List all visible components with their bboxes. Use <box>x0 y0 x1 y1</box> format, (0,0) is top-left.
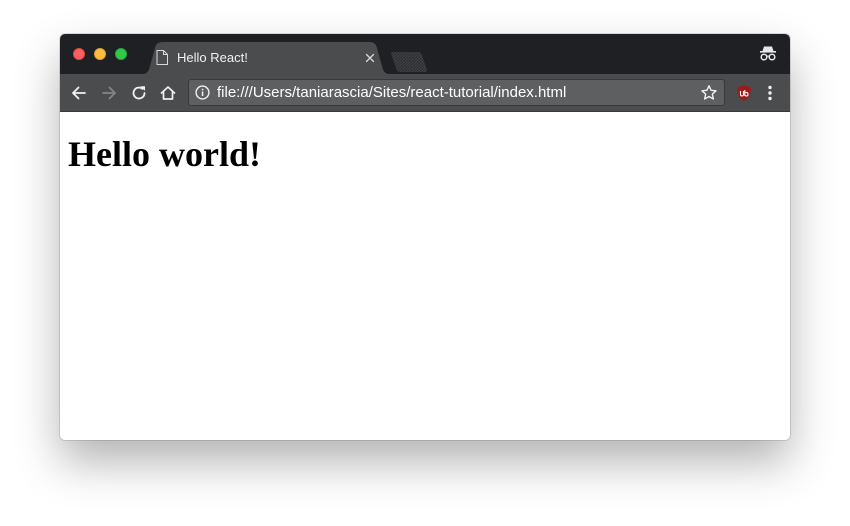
incognito-icon <box>760 46 776 61</box>
home-icon[interactable] <box>158 83 178 103</box>
browser-window: Hello React! file:///Users/taniarascia/S… <box>60 34 790 440</box>
toolbar: file:///Users/taniarascia/Sites/react-tu… <box>60 74 790 112</box>
new-tab-button[interactable] <box>390 52 428 72</box>
window-close-button[interactable] <box>73 48 85 60</box>
address-bar[interactable]: file:///Users/taniarascia/Sites/react-tu… <box>188 79 725 106</box>
tab-close-icon[interactable] <box>364 52 376 64</box>
forward-icon[interactable] <box>99 83 119 103</box>
tab-strip: Hello React! <box>60 34 790 74</box>
window-minimize-button[interactable] <box>94 48 106 60</box>
info-icon[interactable] <box>195 85 210 100</box>
star-icon[interactable] <box>700 84 718 102</box>
ublock-icon[interactable] <box>736 84 752 102</box>
url-text[interactable]: file:///Users/taniarascia/Sites/react-tu… <box>217 84 566 102</box>
page-icon <box>156 50 168 65</box>
back-icon[interactable] <box>69 83 89 103</box>
active-tab[interactable]: Hello React! <box>142 42 390 74</box>
page-content: Hello world! <box>60 112 790 440</box>
menu-icon[interactable] <box>763 84 777 102</box>
reload-icon[interactable] <box>129 83 149 103</box>
page-heading: Hello world! <box>68 134 261 174</box>
window-maximize-button[interactable] <box>115 48 127 60</box>
tab-title: Hello React! <box>177 50 248 65</box>
